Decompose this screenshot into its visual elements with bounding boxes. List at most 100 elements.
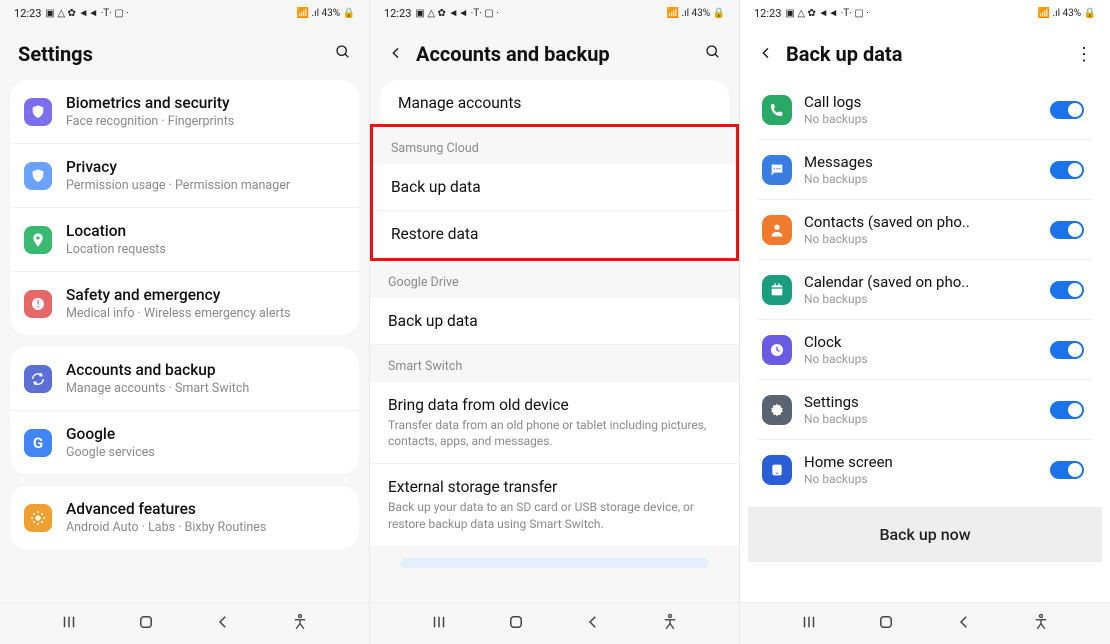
row-google[interactable]: G Google Google services	[10, 411, 359, 474]
row-safety[interactable]: Safety and emergency Medical info · Wire…	[10, 272, 359, 335]
shield-icon	[24, 98, 52, 126]
nav-recents-icon[interactable]	[60, 613, 78, 635]
screen-back-up-data: 12:23 ▣ △ ✿ ◄◄ ·T· ▢ · 📶 .ıl 43% 🔒 Back …	[740, 0, 1110, 644]
nav-home-icon[interactable]	[137, 613, 155, 635]
row-title: Google	[66, 425, 345, 443]
row-title: Messages	[804, 153, 1050, 171]
toggle[interactable]	[1050, 341, 1084, 359]
row-title: Back up data	[388, 312, 721, 330]
row-home-screen[interactable]: Home screen No backups	[758, 440, 1092, 499]
row-title: Manage accounts	[398, 94, 711, 112]
row-title: Restore data	[391, 225, 718, 243]
status-time: 12:23	[754, 7, 781, 20]
nav-accessibility-icon[interactable]	[661, 613, 679, 635]
navbar	[370, 602, 739, 644]
row-title: Biometrics and security	[66, 94, 345, 112]
home-icon	[762, 455, 792, 485]
statusbar: 12:23 ▣ △ ✿ ◄◄ ·T· ▢ · 📶 .ıl 43% 🔒	[0, 0, 369, 26]
back-icon[interactable]	[388, 42, 404, 66]
row-settings[interactable]: Settings No backups	[758, 380, 1092, 440]
contact-icon	[762, 215, 792, 245]
row-title: Home screen	[804, 453, 1050, 471]
google-icon: G	[24, 429, 52, 457]
row-clock[interactable]: Clock No backups	[758, 320, 1092, 380]
status-time: 12:23	[384, 7, 411, 20]
row-contacts[interactable]: Contacts (saved on pho.. No backups	[758, 200, 1092, 260]
row-title: Privacy	[66, 158, 345, 176]
row-sub: No backups	[804, 352, 1050, 366]
highlight-samsung-cloud: Samsung Cloud Back up data Restore data	[370, 124, 739, 261]
toggle[interactable]	[1050, 101, 1084, 119]
message-icon	[762, 155, 792, 185]
page-title: Back up data	[786, 42, 1075, 66]
row-sub: No backups	[804, 112, 1050, 126]
row-calendar[interactable]: Calendar (saved on pho.. No backups	[758, 260, 1092, 320]
toggle[interactable]	[1050, 161, 1084, 179]
row-title: Back up data	[391, 178, 718, 196]
row-biometrics[interactable]: Biometrics and security Face recognition…	[10, 80, 359, 144]
row-sub: No backups	[804, 472, 1050, 486]
row-advanced-features[interactable]: Advanced features Android Auto · Labs · …	[10, 486, 359, 549]
row-external-storage[interactable]: External storage transfer Back up your d…	[370, 464, 739, 545]
more-icon[interactable]: ⋮	[1075, 44, 1092, 65]
navbar	[740, 602, 1110, 644]
status-indicators: ▣ △ ✿ ◄◄ ·T· ▢ ·	[785, 8, 868, 19]
shield-icon	[24, 162, 52, 190]
header: Settings	[0, 26, 369, 80]
statusbar: 12:23 ▣ △ ✿ ◄◄ ·T· ▢ · 📶 .ıl 43% 🔒	[740, 0, 1110, 26]
row-call-logs[interactable]: Call logs No backups	[758, 80, 1092, 140]
nav-recents-icon[interactable]	[800, 613, 818, 635]
status-right: 📶 .ıl 43% 🔒	[297, 8, 355, 19]
row-desc: Transfer data from an old phone or table…	[388, 417, 721, 449]
section-label-smart-switch: Smart Switch	[370, 345, 739, 382]
row-sub: Manage accounts · Smart Switch	[66, 381, 345, 396]
row-location[interactable]: Location Location requests	[10, 208, 359, 272]
row-accounts-backup[interactable]: Accounts and backup Manage accounts · Sm…	[10, 347, 359, 411]
row-sub: Google services	[66, 445, 345, 460]
row-desc: Back up your data to an SD card or USB s…	[388, 499, 721, 531]
row-privacy[interactable]: Privacy Permission usage · Permission ma…	[10, 144, 359, 208]
row-gd-back-up-data[interactable]: Back up data	[370, 298, 739, 345]
nav-home-icon[interactable]	[877, 613, 895, 635]
nav-recents-icon[interactable]	[430, 613, 448, 635]
row-title: Safety and emergency	[66, 286, 345, 304]
clock-icon	[762, 335, 792, 365]
back-up-now-button[interactable]: Back up now	[748, 507, 1102, 562]
section-label-google-drive: Google Drive	[370, 261, 739, 298]
row-title: Bring data from old device	[388, 396, 721, 414]
search-icon[interactable]	[335, 44, 351, 65]
pin-icon	[24, 226, 52, 254]
screen-settings: 12:23 ▣ △ ✿ ◄◄ ·T· ▢ · 📶 .ıl 43% 🔒 Setti…	[0, 0, 370, 644]
nav-back-icon[interactable]	[584, 613, 602, 635]
gear-dot-icon	[24, 504, 52, 532]
toggle[interactable]	[1050, 281, 1084, 299]
back-icon[interactable]	[758, 42, 774, 66]
status-right: 📶 .ıl 43% 🔒	[667, 8, 725, 19]
row-sub: No backups	[804, 412, 1050, 426]
status-right: 📶 .ıl 43% 🔒	[1038, 8, 1096, 19]
row-sub: Permission usage · Permission manager	[66, 178, 345, 193]
nav-accessibility-icon[interactable]	[1032, 613, 1050, 635]
row-restore-data[interactable]: Restore data	[373, 211, 736, 258]
nav-home-icon[interactable]	[507, 613, 525, 635]
row-messages[interactable]: Messages No backups	[758, 140, 1092, 200]
nav-back-icon[interactable]	[955, 613, 973, 635]
scroll-pill	[400, 558, 709, 568]
navbar	[0, 602, 369, 644]
toggle[interactable]	[1050, 401, 1084, 419]
row-title: Contacts (saved on pho..	[804, 213, 1050, 231]
status-indicators: ▣ △ ✿ ◄◄ ·T· ▢ ·	[415, 8, 498, 19]
row-bring-data[interactable]: Bring data from old device Transfer data…	[370, 382, 739, 464]
row-back-up-data[interactable]: Back up data	[373, 164, 736, 211]
page-title: Settings	[18, 42, 335, 66]
header: Accounts and backup	[370, 26, 739, 80]
toggle[interactable]	[1050, 461, 1084, 479]
search-icon[interactable]	[705, 44, 721, 65]
row-title: Calendar (saved on pho..	[804, 273, 1050, 291]
nav-accessibility-icon[interactable]	[291, 613, 309, 635]
toggle[interactable]	[1050, 221, 1084, 239]
row-title: Accounts and backup	[66, 361, 345, 379]
sync-icon	[24, 365, 52, 393]
row-manage-accounts[interactable]: Manage accounts	[380, 80, 729, 127]
nav-back-icon[interactable]	[214, 613, 232, 635]
